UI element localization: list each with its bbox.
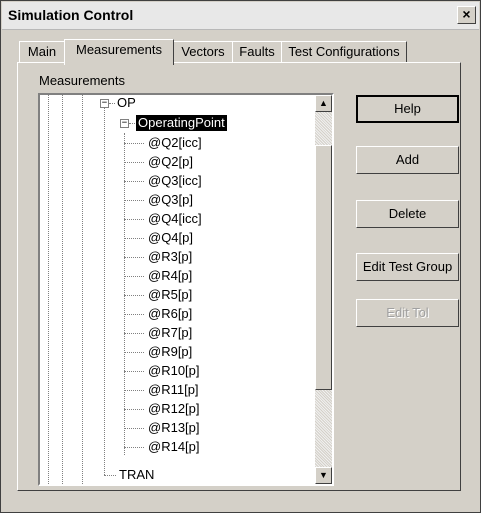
tree-item[interactable]: @R9[p]	[148, 344, 192, 360]
delete-button[interactable]: Delete	[356, 200, 459, 228]
close-button[interactable]: ×	[457, 6, 476, 24]
tree-guide-line	[48, 95, 49, 484]
tree-connector	[124, 162, 144, 163]
tree-item[interactable]: @Q3[icc]	[148, 173, 202, 189]
collapse-icon[interactable]: −	[100, 99, 109, 108]
tree-connector	[124, 371, 144, 372]
tree-item[interactable]: @R4[p]	[148, 268, 192, 284]
tree-item[interactable]: @Q3[p]	[148, 192, 193, 208]
tree-item[interactable]: @R7[p]	[148, 325, 192, 341]
edit-tol-button: Edit Tol	[356, 299, 459, 327]
tree-item[interactable]: @R10[p]	[148, 363, 200, 379]
scroll-down-icon[interactable]: ▼	[315, 467, 332, 484]
tree-node-op[interactable]: OP	[117, 95, 136, 111]
help-button[interactable]: Help	[356, 95, 459, 123]
tree-item[interactable]: @R3[p]	[148, 249, 192, 265]
tab-main[interactable]: Main	[19, 41, 65, 63]
tree-connector	[124, 238, 144, 239]
tree-connector	[124, 200, 144, 201]
tree-connector	[104, 475, 116, 476]
tab-measurements[interactable]: Measurements	[64, 39, 174, 65]
title-bar: Simulation Control ×	[2, 2, 479, 30]
tree-item[interactable]: @R14[p]	[148, 439, 200, 455]
simulation-control-dialog: Simulation Control × Main Measurements V…	[0, 0, 481, 513]
tree-guide-line	[62, 95, 63, 484]
tree-connector	[129, 123, 135, 124]
tree-connector	[124, 409, 144, 410]
tree-item[interactable]: @R6[p]	[148, 306, 192, 322]
tree-connector	[124, 447, 144, 448]
tree-item[interactable]: @Q4[icc]	[148, 211, 202, 227]
tree-node-operatingpoint[interactable]: OperatingPoint	[136, 115, 227, 131]
tree-connector	[124, 333, 144, 334]
tree-connector	[124, 143, 144, 144]
tree-item[interactable]: @R12[p]	[148, 401, 200, 417]
tree-connector	[124, 219, 144, 220]
tree-scrollbar[interactable]: ▲ ▼	[315, 95, 332, 484]
tree-connector	[124, 428, 144, 429]
tree-connector	[124, 295, 144, 296]
tree-guide-line	[82, 95, 83, 484]
measurements-group-label: Measurements	[39, 73, 125, 88]
tree-connector	[124, 257, 144, 258]
tree-connector	[124, 352, 144, 353]
tree-item[interactable]: @R13[p]	[148, 420, 200, 436]
add-button[interactable]: Add	[356, 146, 459, 174]
tree-item[interactable]: @Q4[p]	[148, 230, 193, 246]
tree-connector	[124, 390, 144, 391]
window-title: Simulation Control	[8, 7, 134, 23]
scrollbar-thumb[interactable]	[315, 145, 332, 390]
scroll-up-icon[interactable]: ▲	[315, 95, 332, 112]
tree-item[interactable]: @R11[p]	[148, 382, 199, 398]
edit-test-group-button[interactable]: Edit Test Group	[356, 253, 459, 281]
tree-guide-line	[104, 103, 105, 475]
tree-connector	[124, 181, 144, 182]
measurements-tree[interactable]: − OP − OperatingPoint @Q2[icc] @Q2[p] @Q…	[38, 93, 334, 486]
tree-node-tran[interactable]: TRAN	[119, 467, 154, 483]
tree-item[interactable]: @Q2[icc]	[148, 135, 202, 151]
tab-faults[interactable]: Faults	[232, 41, 282, 63]
collapse-icon[interactable]: −	[120, 119, 129, 128]
tree-connector	[124, 276, 144, 277]
tree-item[interactable]: @Q2[p]	[148, 154, 193, 170]
tree-item[interactable]: @R5[p]	[148, 287, 192, 303]
tab-vectors[interactable]: Vectors	[173, 41, 233, 63]
tab-test-configurations[interactable]: Test Configurations	[281, 41, 407, 63]
tree-connector	[124, 314, 144, 315]
tree-connector	[109, 103, 115, 104]
